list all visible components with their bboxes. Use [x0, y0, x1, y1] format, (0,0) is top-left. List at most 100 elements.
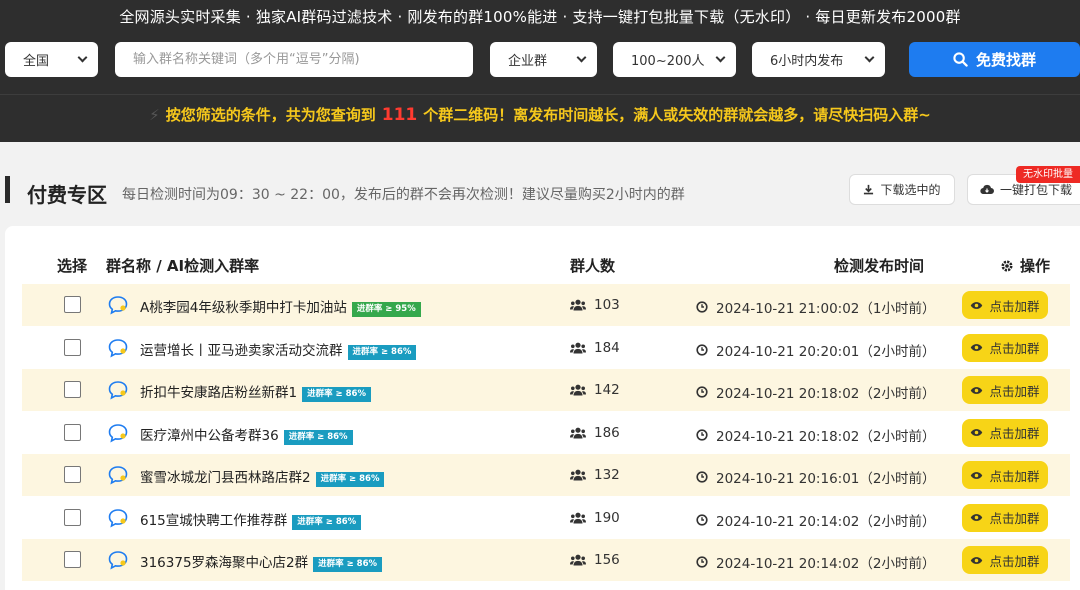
- member-count-value: 103: [594, 297, 620, 313]
- header-time: 检测发布时间: [834, 257, 925, 275]
- header-members: 群人数: [570, 257, 616, 275]
- site-tagline: 全网源头实时采集 · 独家AI群码过滤技术 · 刚发布的群100%能进 · 支持…: [119, 8, 961, 26]
- publish-time-value: 2024-10-21 20:20:01（2小时前）: [716, 343, 936, 360]
- clock-icon: [696, 428, 708, 441]
- join-group-button[interactable]: 点击加群: [962, 503, 1048, 532]
- member-count: 190: [570, 510, 620, 526]
- group-name[interactable]: 316375罗森海聚中心店2群 进群率 ≥ 86%: [140, 551, 383, 572]
- publish-time: 2024-10-21 20:18:02（2小时前）: [696, 425, 935, 445]
- row-checkbox[interactable]: [64, 296, 81, 313]
- clock-icon: [696, 471, 708, 483]
- join-group-button[interactable]: 点击加群: [962, 461, 1048, 489]
- search-icon: [953, 52, 968, 67]
- row-checkbox[interactable]: [64, 466, 81, 483]
- table-row: 615宣城快聘工作推荐群 进群率 ≥ 86% 190 2024-10-21 20:…: [22, 497, 1070, 539]
- join-group-label: 点击加群: [989, 341, 1040, 356]
- clock-icon: [696, 301, 708, 313]
- group-type-value: 企业群: [508, 54, 548, 69]
- member-count: 156: [570, 552, 620, 568]
- group-name[interactable]: 运营增长丨亚马逊卖家活动交流群 进群率 ≥ 86%: [140, 339, 417, 360]
- join-group-button[interactable]: 点击加群: [962, 546, 1048, 574]
- users-icon: [570, 384, 586, 396]
- keyword-search-input[interactable]: [115, 42, 473, 77]
- eye-icon: [971, 471, 983, 479]
- group-name-text: 316375罗森海聚中心店2群: [140, 555, 309, 571]
- join-group-button[interactable]: 点击加群: [962, 333, 1048, 362]
- member-count-value: 184: [594, 339, 620, 356]
- member-count-value: 156: [594, 552, 620, 568]
- publish-time: 2024-10-21 20:20:01（2小时前）: [696, 340, 935, 360]
- group-name[interactable]: 615宣城快聘工作推荐群 进群率 ≥ 86%: [140, 509, 362, 530]
- publish-time-value: 2024-10-21 20:14:02（2小时前）: [716, 513, 936, 530]
- publish-time-value: 2024-10-21 20:18:02（2小时前）: [716, 428, 936, 445]
- chevron-down-icon: [715, 52, 726, 63]
- header-action-label: 操作: [1020, 257, 1051, 275]
- row-checkbox[interactable]: [64, 338, 81, 356]
- join-rate-badge: 进群率 ≥ 86%: [315, 472, 385, 487]
- chat-qr-icon: [108, 381, 128, 400]
- chevron-down-icon: [864, 52, 875, 63]
- member-range-select[interactable]: 100~200人: [613, 42, 736, 77]
- join-group-button[interactable]: 点击加群: [962, 418, 1048, 447]
- table-row: 折扣牛安康路店粉丝新群1 进群率 ≥ 86% 142 2024-10-21 20:…: [22, 369, 1070, 411]
- region-select[interactable]: 全国: [5, 42, 98, 77]
- group-name-text: 615宣城快聘工作推荐群: [140, 512, 288, 529]
- member-count-value: 186: [594, 424, 620, 441]
- join-group-button[interactable]: 点击加群: [962, 291, 1048, 319]
- publish-time: 2024-10-21 20:16:01（2小时前）: [696, 467, 935, 487]
- section-title: 付费专区: [27, 183, 107, 207]
- users-icon: [570, 427, 586, 438]
- group-name-text: 运营增长丨亚马逊卖家活动交流群: [140, 342, 343, 359]
- bolt-icon: ⚡: [149, 106, 160, 124]
- eye-icon: [971, 386, 983, 394]
- eye-icon: [971, 514, 983, 521]
- download-selected-button[interactable]: 下载选中的: [849, 174, 955, 205]
- chat-qr-icon: [108, 466, 128, 485]
- join-rate-badge: 进群率 ≥ 86%: [283, 429, 353, 445]
- member-count-value: 132: [594, 467, 620, 483]
- join-group-label: 点击加群: [989, 553, 1040, 569]
- row-checkbox[interactable]: [64, 423, 81, 441]
- result-count: 111: [381, 105, 418, 125]
- notice-suffix: 个群二维码！离发布时间越长，满人或失效的群就会越多，请尽快扫码入群~: [423, 106, 931, 124]
- eye-icon: [971, 301, 983, 309]
- group-name[interactable]: 蜜雪冰城龙门县西林路店群2 进群率 ≥ 86%: [140, 466, 385, 487]
- join-group-label: 点击加群: [989, 298, 1040, 314]
- chat-qr-icon: [108, 296, 128, 315]
- users-icon: [570, 554, 586, 566]
- chat-qr-icon: [108, 423, 128, 443]
- find-group-button[interactable]: 免费找群: [909, 42, 1080, 77]
- publish-time-select[interactable]: 6小时内发布: [752, 42, 885, 77]
- join-rate-badge: 进群率 ≥ 86%: [313, 557, 383, 572]
- join-group-label: 点击加群: [989, 383, 1040, 399]
- row-checkbox[interactable]: [64, 508, 81, 526]
- cloud-download-icon: [980, 184, 994, 195]
- member-count: 184: [570, 340, 620, 356]
- row-checkbox[interactable]: [64, 381, 81, 398]
- notice-prefix: 按您筛选的条件，共为您查询到: [165, 106, 376, 124]
- chevron-down-icon: [576, 52, 587, 63]
- publish-time: 2024-10-21 21:00:02（1小时前）: [696, 297, 935, 317]
- join-group-label: 点击加群: [989, 468, 1040, 484]
- group-type-select[interactable]: 企业群: [490, 42, 597, 77]
- download-selected-label: 下载选中的: [880, 183, 941, 197]
- member-range-value: 100~200人: [631, 54, 705, 69]
- group-name-text: A桃李园4年级秋季期中打卡加油站: [140, 300, 347, 316]
- publish-time: 2024-10-21 20:14:02（2小时前）: [696, 510, 935, 530]
- member-count: 103: [570, 297, 620, 313]
- publish-time-value: 2024-10-21 20:14:02（2小时前）: [716, 556, 936, 572]
- table-row: 医疗漳州中公备考群36 进群率 ≥ 86% 186 2024-10-21 20:1…: [22, 412, 1070, 454]
- publish-time-value: 6小时内发布: [770, 54, 844, 69]
- no-watermark-badge: 无水印批量: [1016, 166, 1080, 183]
- publish-time: 2024-10-21 20:14:02（2小时前）: [696, 552, 935, 572]
- group-name[interactable]: 医疗漳州中公备考群36 进群率 ≥ 86%: [140, 424, 353, 445]
- join-group-button[interactable]: 点击加群: [962, 376, 1048, 404]
- table-row: A桃李园4年级秋季期中打卡加油站 进群率 ≥ 95% 103 2024-10-21…: [22, 284, 1070, 326]
- row-checkbox[interactable]: [64, 551, 81, 568]
- member-count: 132: [570, 467, 620, 483]
- group-name[interactable]: 折扣牛安康路店粉丝新群1 进群率 ≥ 86%: [140, 381, 371, 402]
- users-icon: [570, 469, 586, 481]
- group-name[interactable]: A桃李园4年级秋季期中打卡加油站 进群率 ≥ 95%: [140, 296, 421, 317]
- clock-icon: [696, 513, 708, 526]
- banner-divider: [0, 94, 1080, 95]
